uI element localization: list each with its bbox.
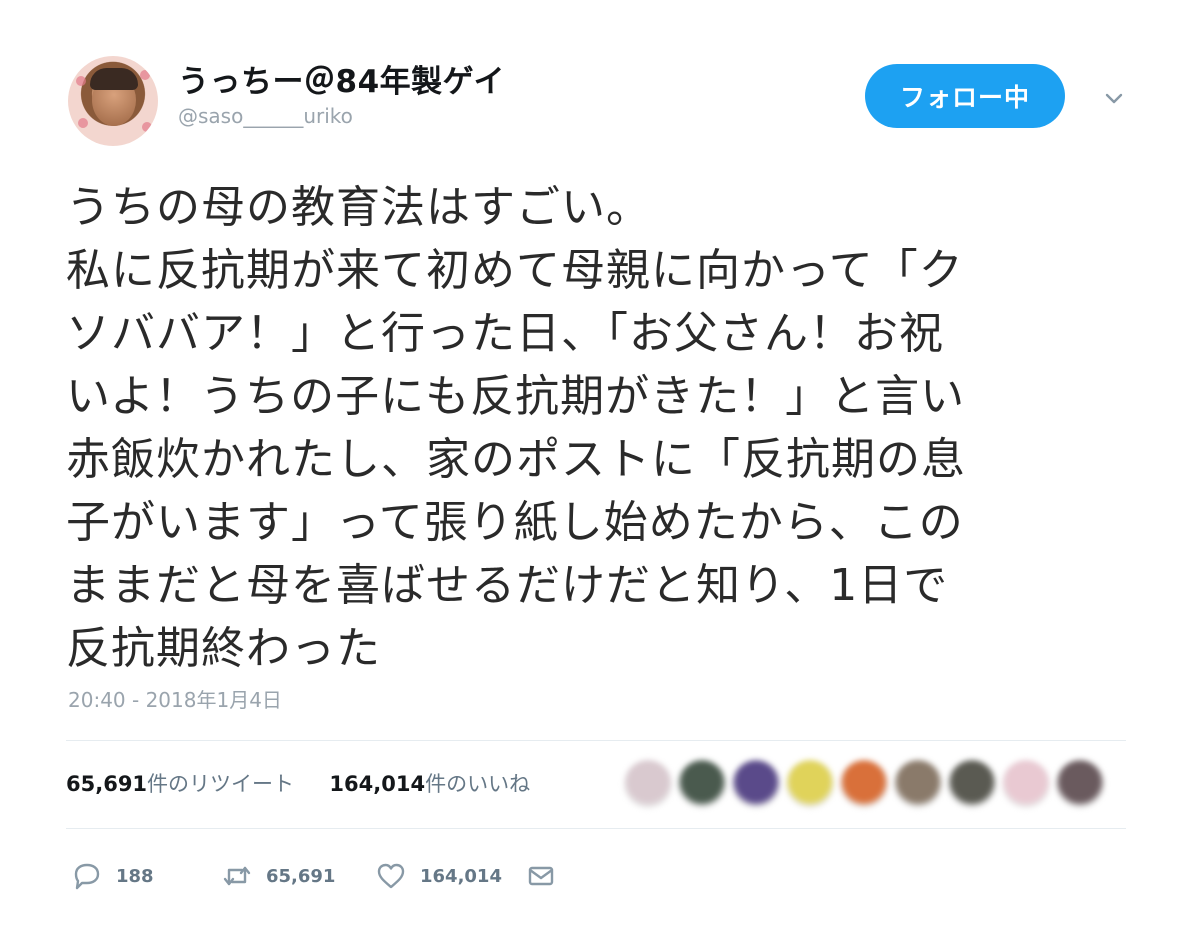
user-handle[interactable]: @saso______uriko <box>178 104 353 128</box>
engagement-stats: 65,691件のリツイート 164,014件のいいね <box>66 768 530 798</box>
retweet-action-count: 65,691 <box>266 865 336 887</box>
tweet-text-line: いよ！うちの子にも反抗期がきた！」と言い <box>66 371 966 422</box>
retweet-label: 件のリツイート <box>147 772 295 796</box>
reply-action[interactable]: 188 <box>70 856 154 896</box>
tweet-text: うちの母の教育法はすごい。 私に反抗期が来て初めて母親に向かって「ク ソババア！… <box>66 176 1126 680</box>
tweet-card: うっちー＠84年製ゲイ @saso______uriko フォロー中 うちの母の… <box>0 0 1200 936</box>
envelope-icon <box>528 866 554 886</box>
liker-avatar[interactable] <box>678 760 726 808</box>
liker-avatars <box>624 756 1124 812</box>
tweet-text-line: 赤飯炊かれたし、家のポストに「反抗期の息 <box>66 434 966 485</box>
liker-avatar[interactable] <box>624 760 672 808</box>
tweet-timestamp[interactable]: 20:40 - 2018年1月4日 <box>68 684 282 713</box>
reply-icon <box>74 863 100 890</box>
action-bar: 188 65,691 164,014 <box>66 856 626 896</box>
liker-avatar[interactable] <box>840 760 888 808</box>
tweet-text-line: ソババア！」と行った日、「お父さん！お祝 <box>66 308 944 359</box>
retweet-count: 65,691 <box>66 772 148 796</box>
dm-action[interactable] <box>524 856 558 896</box>
tweet-text-line: 子がいます」って張り紙し始めたから、この <box>66 497 964 548</box>
liker-avatar[interactable] <box>786 760 834 808</box>
display-name[interactable]: うっちー＠84年製ゲイ <box>178 56 505 101</box>
like-count: 164,014 <box>329 772 426 796</box>
liker-avatar[interactable] <box>1056 760 1104 808</box>
like-stat[interactable]: 164,014件のいいね <box>329 772 530 796</box>
tweet-text-line: ままだと母を喜ばせるだけだと知り、1日で <box>66 560 949 611</box>
liker-avatar[interactable] <box>1002 760 1050 808</box>
tweet-text-line: 私に反抗期が来て初めて母親に向かって「ク <box>66 245 964 296</box>
divider <box>66 740 1126 741</box>
heart-icon <box>377 863 405 889</box>
like-label: 件のいいね <box>425 772 531 796</box>
tweet-text-line: 反抗期終わった <box>66 623 381 674</box>
retweet-action[interactable]: 65,691 <box>220 856 335 896</box>
reply-count: 188 <box>116 865 154 887</box>
following-button[interactable]: フォロー中 <box>865 64 1065 128</box>
tweet-text-line: うちの母の教育法はすごい。 <box>66 182 651 233</box>
like-action[interactable]: 164,014 <box>374 856 502 896</box>
divider <box>66 828 1126 829</box>
avatar[interactable] <box>68 56 158 146</box>
liker-avatar[interactable] <box>732 760 780 808</box>
retweet-icon <box>223 866 251 886</box>
chevron-down-icon[interactable] <box>1104 88 1124 108</box>
liker-avatar[interactable] <box>894 760 942 808</box>
like-action-count: 164,014 <box>420 865 502 887</box>
retweet-stat[interactable]: 65,691件のリツイート <box>66 772 294 796</box>
liker-avatar[interactable] <box>948 760 996 808</box>
